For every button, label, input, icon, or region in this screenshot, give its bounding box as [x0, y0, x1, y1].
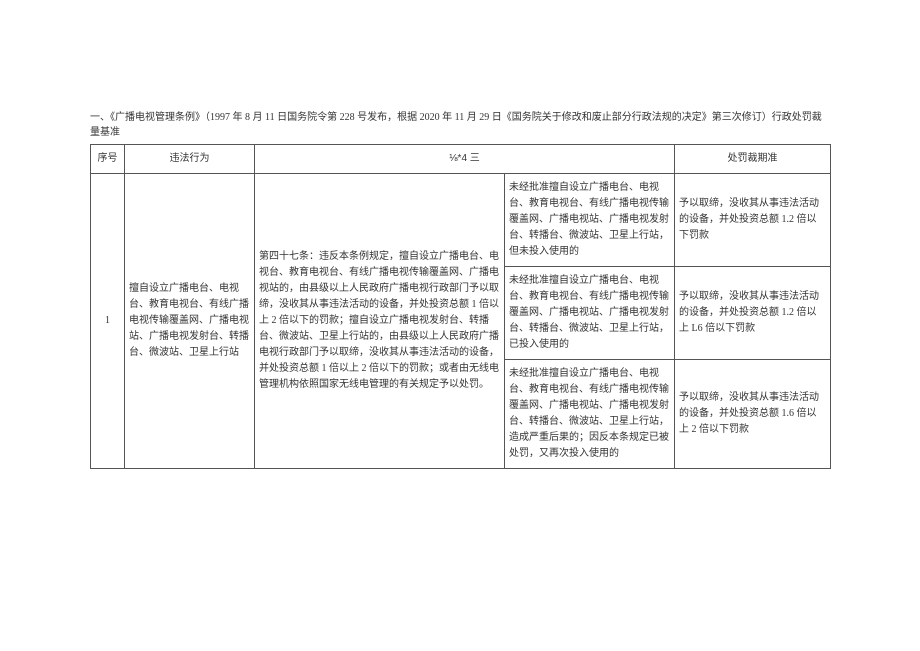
- header-standard: 处罚裁期准: [675, 145, 831, 174]
- cell-seq: 1: [91, 174, 125, 469]
- table-header-row: 序号 违法行为 ⅛*4 三 处罚裁期准: [91, 145, 831, 174]
- document-title: 一、《广播电视管理条例》（1997 年 8 月 11 日国务院令第 228 号发…: [90, 110, 830, 140]
- header-seq: 序号: [91, 145, 125, 174]
- cell-standard: 予以取缔，没收其从事违法活动的设备，并处投资总额 1.6 倍以上 2 倍以下罚款: [675, 360, 831, 469]
- regulation-table: 序号 违法行为 ⅛*4 三 处罚裁期准 1 擅自设立广播电台、电视台、教育电视台…: [90, 144, 831, 469]
- cell-standard: 予以取缔，没收其从事违法活动的设备，并处投资总额 1.2 倍以上 L6 倍以下罚…: [675, 267, 831, 360]
- header-basis: ⅛*4 三: [255, 145, 675, 174]
- cell-situation: 未经批准擅自设立广播电台、电视台、教育电视台、有线广播电视传输覆盖网、广播电视站…: [505, 360, 675, 469]
- cell-situation: 未经批准擅自设立广播电台、电视台、教育电视台、有线广播电视传输覆盖网、广播电视站…: [505, 267, 675, 360]
- cell-basis: 第四十七条：违反本条例规定，擅自设立广播电台、电视台、教育电视台、有线广播电视传…: [255, 174, 505, 469]
- cell-situation: 未经批准擅自设立广播电台、电视台、教育电视台、有线广播电视传输覆盖网、广播电视站…: [505, 174, 675, 267]
- table-row: 1 擅自设立广播电台、电视台、教育电视台、有线广播电视传输覆盖网、广播电视站、广…: [91, 174, 831, 267]
- cell-act: 擅自设立广播电台、电视台、教育电视台、有线广播电视传输覆盖网、广播电视站、广播电…: [125, 174, 255, 469]
- header-act: 违法行为: [125, 145, 255, 174]
- cell-standard: 予以取缔，没收其从事违法活动的设备，并处投资总额 1.2 倍以下罚款: [675, 174, 831, 267]
